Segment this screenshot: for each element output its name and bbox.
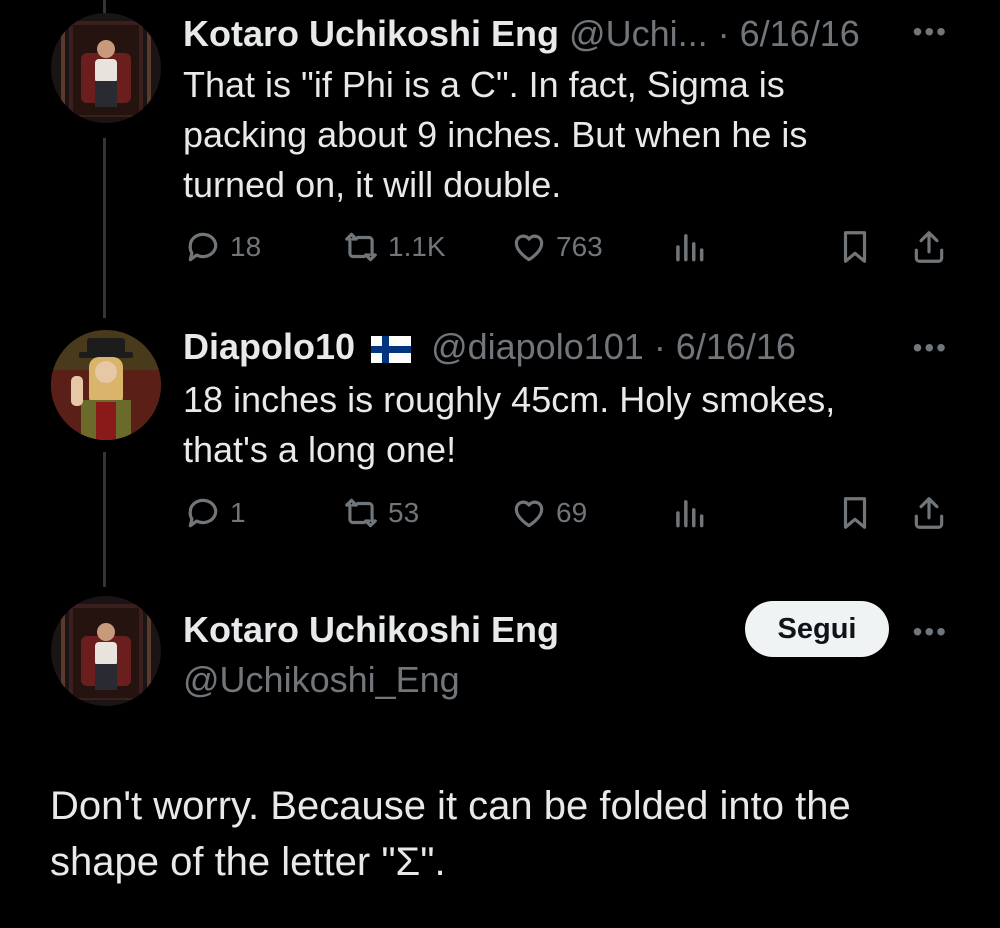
tweet-1-author[interactable]: Kotaro Uchikoshi Eng <box>183 13 559 54</box>
avatar-kotaro-image <box>51 13 161 123</box>
main-tweet-author-line: Kotaro Uchikoshi Eng <box>183 608 559 652</box>
tweet-1-share-button[interactable] <box>910 228 948 271</box>
tweet-2-retweet-count: 53 <box>388 497 420 528</box>
main-tweet-handle[interactable]: @Uchikoshi_Eng <box>183 659 460 700</box>
follow-button[interactable]: Segui <box>745 601 889 657</box>
main-tweet-text: Don't worry. Because it can be folded in… <box>50 784 851 884</box>
reply-icon <box>188 498 218 528</box>
tweet-2-text: 18 inches is roughly 45cm. Holy smokes, … <box>183 379 836 470</box>
tweet-2-reply-count: 1 <box>230 497 246 528</box>
avatar-diapolo[interactable] <box>51 330 161 440</box>
avatar-kotaro-main[interactable] <box>51 596 161 706</box>
tweet-2-more-icon[interactable]: ••• <box>913 334 948 362</box>
tweet-2-bookmark-button[interactable] <box>836 494 874 537</box>
tweet-2-reply-button[interactable]: 1 <box>184 494 246 532</box>
tweet-2-share-button[interactable] <box>910 494 948 537</box>
avatar-kotaro[interactable] <box>51 13 161 123</box>
share-icon <box>914 497 944 529</box>
tweet-2-retweet-button[interactable]: 53 <box>342 494 419 532</box>
tweet-2-header: Diapolo10 @diapolo101 · 6/16/16 <box>183 325 796 369</box>
avatar-kotaro-main-image <box>51 596 161 706</box>
tweet-1-header: Kotaro Uchikoshi Eng @Uchi... · 6/16/16 <box>183 12 860 56</box>
views-icon <box>676 234 704 262</box>
tweet-1-retweet-count: 1.1K <box>388 231 446 262</box>
tweet-1-like-count: 763 <box>556 231 603 262</box>
tweet-1-bookmark-button[interactable] <box>836 228 874 271</box>
bookmark-icon <box>843 231 867 263</box>
tweet-1-retweet-button[interactable]: 1.1K <box>342 228 446 266</box>
tweet-2-views-button[interactable] <box>670 494 708 537</box>
thread-line-2 <box>103 452 106 587</box>
tweet-1-like-button[interactable]: 763 <box>510 228 603 266</box>
tweet-1-date[interactable]: · 6/16/16 <box>718 13 860 54</box>
main-tweet-author[interactable]: Kotaro Uchikoshi Eng <box>183 609 559 650</box>
main-tweet-more-icon[interactable]: ••• <box>913 618 948 646</box>
tweet-1-more-icon[interactable]: ••• <box>913 18 948 46</box>
tweet-1-reply-count: 18 <box>230 231 262 262</box>
avatar-diapolo-image <box>51 330 161 440</box>
bookmark-icon <box>843 497 867 529</box>
tweet-2-like-button[interactable]: 69 <box>510 494 587 532</box>
like-icon <box>514 500 544 528</box>
tweet-2-author[interactable]: Diapolo10 <box>183 326 355 367</box>
tweet-1-reply-button[interactable]: 18 <box>184 228 261 266</box>
share-icon <box>914 231 944 263</box>
retweet-icon <box>345 498 377 528</box>
finland-flag-icon <box>371 335 412 363</box>
thread-line-1 <box>103 138 106 318</box>
tweet-1-text: That is "if Phi is a C". In fact, Sigma … <box>183 64 808 205</box>
reply-icon <box>188 232 218 262</box>
main-tweet-handle-line: @Uchikoshi_Eng <box>183 658 460 702</box>
tweet-1-views-button[interactable] <box>670 228 708 271</box>
views-icon <box>676 500 704 528</box>
tweet-2-like-count: 69 <box>556 497 588 528</box>
like-icon <box>514 234 544 262</box>
tweet-2-handle[interactable]: @diapolo101 <box>431 326 644 367</box>
tweet-2-date[interactable]: · 6/16/16 <box>654 326 796 367</box>
tweet-1-handle[interactable]: @Uchi... <box>569 13 708 54</box>
retweet-icon <box>345 232 377 262</box>
